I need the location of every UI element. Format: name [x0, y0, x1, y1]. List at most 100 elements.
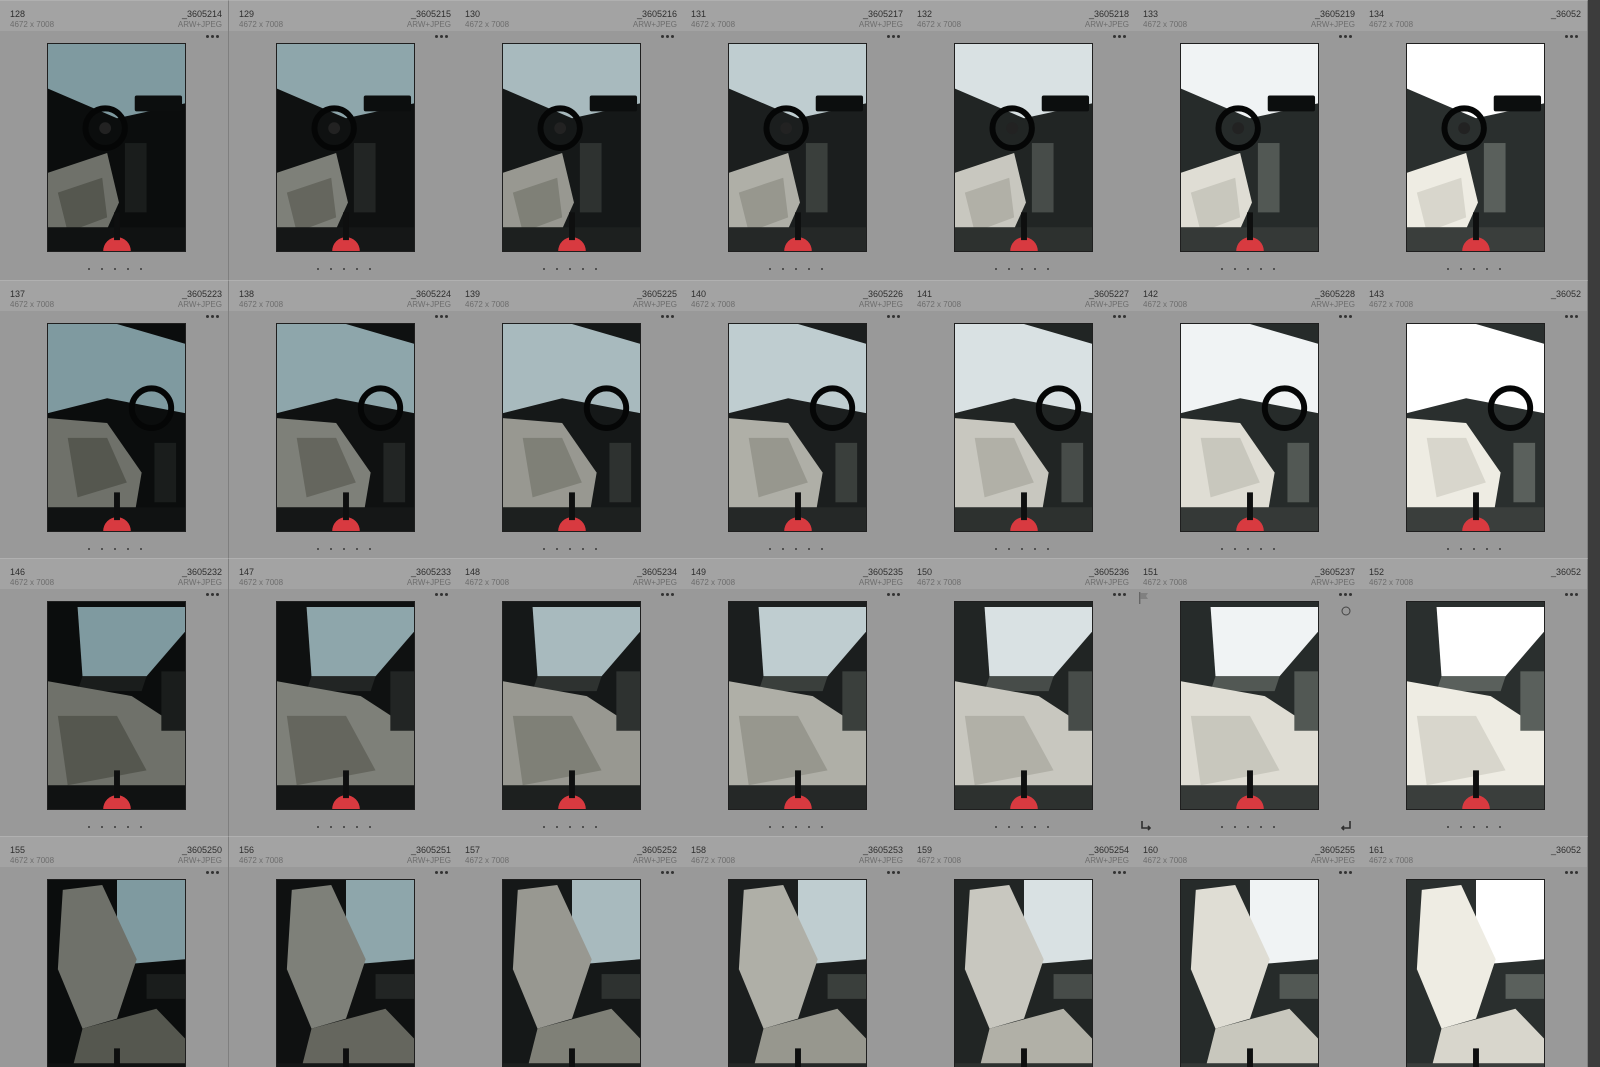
- photo-thumbnail[interactable]: [47, 879, 186, 1067]
- rating-dot[interactable]: [1447, 268, 1449, 270]
- rating-dot[interactable]: [1447, 826, 1449, 828]
- more-options-icon[interactable]: [435, 34, 449, 40]
- rating-dot[interactable]: [1234, 268, 1236, 270]
- thumbnail-cell[interactable]: 134 4672 x 7008 _36052: [1359, 0, 1588, 281]
- rating-dot[interactable]: [1234, 548, 1236, 550]
- more-options-icon[interactable]: [1339, 314, 1353, 320]
- thumbnail-cell[interactable]: 147 4672 x 7008 _3605233 ARW+JPEG: [229, 558, 458, 839]
- photo-thumbnail[interactable]: [954, 323, 1093, 532]
- thumbnail-cell[interactable]: 137 4672 x 7008 _3605223 ARW+JPEG: [0, 280, 229, 561]
- rating-dot[interactable]: [1486, 826, 1488, 828]
- rating-dot[interactable]: [317, 826, 319, 828]
- rating-dot[interactable]: [127, 826, 129, 828]
- rating-dot[interactable]: [330, 826, 332, 828]
- photo-thumbnail[interactable]: [47, 43, 186, 252]
- thumbnail-cell[interactable]: 128 4672 x 7008 _3605214 ARW+JPEG: [0, 0, 229, 281]
- rating-dot[interactable]: [1247, 268, 1249, 270]
- star-rating[interactable]: [681, 268, 909, 276]
- rating-dot[interactable]: [1460, 268, 1462, 270]
- star-rating[interactable]: [1133, 268, 1361, 276]
- rating-dot[interactable]: [569, 268, 571, 270]
- rating-dot[interactable]: [1047, 548, 1049, 550]
- rating-dot[interactable]: [595, 826, 597, 828]
- photo-thumbnail[interactable]: [1180, 323, 1319, 532]
- thumbnail-cell[interactable]: 130 4672 x 7008 _3605216 ARW+JPEG: [455, 0, 684, 281]
- photo-thumbnail[interactable]: [1180, 43, 1319, 252]
- photo-thumbnail[interactable]: [954, 43, 1093, 252]
- more-options-icon[interactable]: [206, 592, 220, 598]
- rating-dot[interactable]: [595, 548, 597, 550]
- thumbnail-cell[interactable]: 140 4672 x 7008 _3605226 ARW+JPEG: [681, 280, 910, 561]
- more-options-icon[interactable]: [1113, 592, 1127, 598]
- thumbnail-cell[interactable]: 133 4672 x 7008 _3605219 ARW+JPEG: [1133, 0, 1362, 281]
- rating-dot[interactable]: [127, 548, 129, 550]
- edit-badge-icon[interactable]: [1341, 603, 1351, 616]
- more-options-icon[interactable]: [1339, 870, 1353, 876]
- rating-dot[interactable]: [782, 268, 784, 270]
- thumbnail-cell[interactable]: 155 4672 x 7008 _3605250 ARW+JPEG: [0, 836, 229, 1067]
- rating-dot[interactable]: [1008, 268, 1010, 270]
- more-options-icon[interactable]: [1565, 592, 1579, 598]
- rotate-left-icon[interactable]: [1139, 819, 1153, 833]
- rating-dot[interactable]: [569, 826, 571, 828]
- rating-dot[interactable]: [543, 826, 545, 828]
- photo-thumbnail[interactable]: [1180, 879, 1319, 1067]
- rating-dot[interactable]: [995, 826, 997, 828]
- thumbnail-cell[interactable]: 138 4672 x 7008 _3605224 ARW+JPEG: [229, 280, 458, 561]
- rating-dot[interactable]: [317, 548, 319, 550]
- more-options-icon[interactable]: [206, 870, 220, 876]
- rating-dot[interactable]: [556, 268, 558, 270]
- rating-dot[interactable]: [782, 548, 784, 550]
- rating-dot[interactable]: [1008, 548, 1010, 550]
- star-rating[interactable]: [681, 548, 909, 556]
- thumbnail-cell[interactable]: 149 4672 x 7008 _3605235 ARW+JPEG: [681, 558, 910, 839]
- rating-dot[interactable]: [795, 548, 797, 550]
- more-options-icon[interactable]: [661, 34, 675, 40]
- rating-dot[interactable]: [1460, 826, 1462, 828]
- more-options-icon[interactable]: [435, 870, 449, 876]
- more-options-icon[interactable]: [661, 314, 675, 320]
- photo-thumbnail[interactable]: [728, 323, 867, 532]
- rating-dot[interactable]: [330, 268, 332, 270]
- more-options-icon[interactable]: [435, 314, 449, 320]
- rating-dot[interactable]: [1047, 268, 1049, 270]
- star-rating[interactable]: [1359, 268, 1587, 276]
- rating-dot[interactable]: [1460, 548, 1462, 550]
- rating-dot[interactable]: [343, 548, 345, 550]
- rating-dot[interactable]: [88, 826, 90, 828]
- rating-dot[interactable]: [995, 548, 997, 550]
- rating-dot[interactable]: [1021, 268, 1023, 270]
- thumbnail-cell[interactable]: 150 4672 x 7008 _3605236 ARW+JPEG: [907, 558, 1136, 839]
- rating-dot[interactable]: [356, 826, 358, 828]
- rating-dot[interactable]: [1034, 548, 1036, 550]
- rating-dot[interactable]: [808, 268, 810, 270]
- rating-dot[interactable]: [330, 548, 332, 550]
- more-options-icon[interactable]: [887, 34, 901, 40]
- rating-dot[interactable]: [821, 268, 823, 270]
- rating-dot[interactable]: [556, 548, 558, 550]
- rating-dot[interactable]: [1486, 548, 1488, 550]
- rating-dot[interactable]: [569, 548, 571, 550]
- rating-dot[interactable]: [1499, 826, 1501, 828]
- rating-dot[interactable]: [769, 826, 771, 828]
- rating-dot[interactable]: [1021, 826, 1023, 828]
- rating-dot[interactable]: [127, 268, 129, 270]
- rating-dot[interactable]: [1473, 268, 1475, 270]
- rating-dot[interactable]: [1473, 548, 1475, 550]
- rating-dot[interactable]: [1247, 826, 1249, 828]
- rating-dot[interactable]: [1008, 826, 1010, 828]
- flag-icon[interactable]: [1139, 591, 1149, 604]
- rating-dot[interactable]: [1047, 826, 1049, 828]
- more-options-icon[interactable]: [1565, 314, 1579, 320]
- rating-dot[interactable]: [1260, 826, 1262, 828]
- rating-dot[interactable]: [317, 268, 319, 270]
- rating-dot[interactable]: [595, 268, 597, 270]
- rating-dot[interactable]: [1273, 548, 1275, 550]
- rating-dot[interactable]: [140, 826, 142, 828]
- rating-dot[interactable]: [1273, 826, 1275, 828]
- photo-thumbnail[interactable]: [1406, 43, 1545, 252]
- rating-dot[interactable]: [808, 548, 810, 550]
- thumbnail-cell[interactable]: 131 4672 x 7008 _3605217 ARW+JPEG: [681, 0, 910, 281]
- rating-dot[interactable]: [1221, 268, 1223, 270]
- rating-dot[interactable]: [369, 268, 371, 270]
